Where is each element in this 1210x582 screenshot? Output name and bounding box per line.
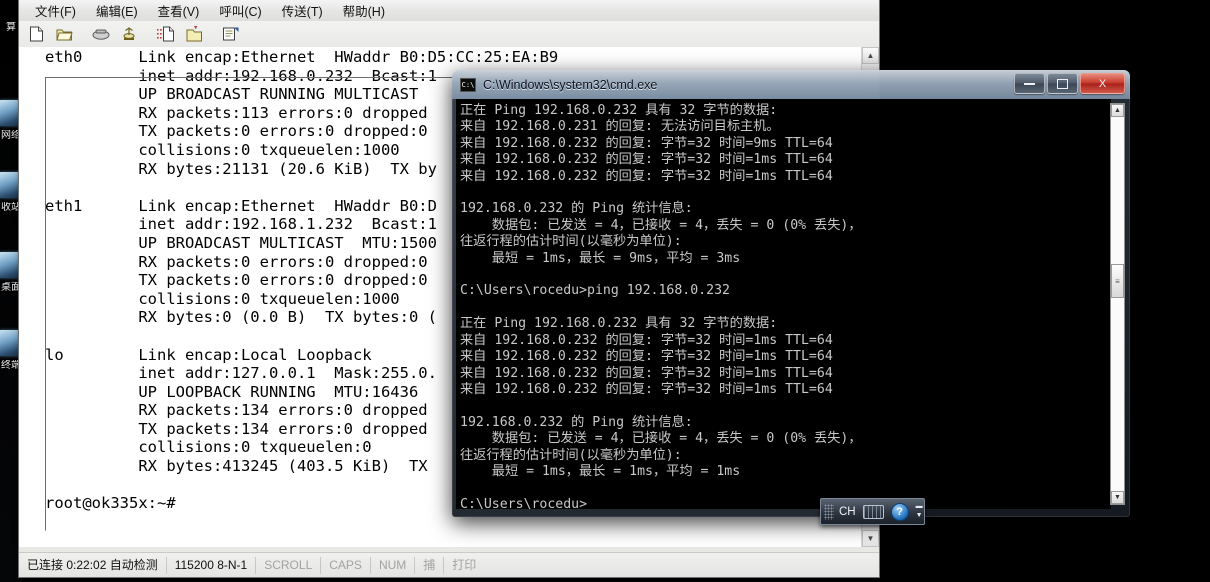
open-session-icon[interactable] [51,23,77,45]
window-controls: X [1014,73,1125,94]
call-icon[interactable] [88,23,114,45]
status-capture[interactable]: 捕 [415,556,445,574]
cmd-window: C:\ C:\Windows\system32\cmd.exe X 正在 Pin… [452,70,1130,517]
ime-language-label[interactable]: CH [839,506,856,518]
cmd-scrollbar[interactable]: ▲ ≡ ▼ [1110,103,1125,505]
maximize-button[interactable] [1047,73,1078,94]
cmd-window-title: C:\Windows\system32\cmd.exe [483,77,658,92]
minimize-icon [1024,82,1035,85]
status-serial: 115200 8-N-1 [167,556,257,574]
cmd-scroll-down-button[interactable]: ▼ [1111,491,1124,504]
cmd-console-output[interactable]: 正在 Ping 192.168.0.232 具有 32 字节的数据: 来自 19… [456,99,1111,509]
ime-expand-controls: ▬ ▼ [916,503,923,519]
cmd-scroll-up-button[interactable]: ▲ [1111,104,1124,117]
ime-language-bar[interactable]: CH ? ▬ ▼ [820,498,925,525]
status-scroll[interactable]: SCROLL [256,556,322,574]
send-file-icon[interactable] [153,23,179,45]
status-print[interactable]: 打印 [444,557,484,574]
cmd-titlebar[interactable]: C:\ C:\Windows\system32\cmd.exe X [452,70,1130,99]
chevron-down-icon[interactable]: ▼ [916,512,923,519]
receive-folder-glyph [186,26,202,42]
open-folder-glyph [55,29,73,40]
new-session-icon[interactable] [23,23,49,45]
terminal-toolbar [19,21,879,48]
terminal-statusbar: 已连接 0:22:02 自动检测 115200 8-N-1 SCROLL CAP… [19,552,879,577]
menu-call[interactable]: 呼叫(C) [209,0,271,23]
minimize-bar-icon[interactable]: ▬ [916,503,923,510]
chevron-up-icon: ▲ [866,50,875,60]
minimize-button[interactable] [1014,73,1045,94]
menu-edit[interactable]: 编辑(E) [86,0,148,23]
menu-transfer[interactable]: 传送(T) [272,0,333,23]
properties-glyph [223,27,239,41]
hangup-glyph [123,27,135,40]
status-caps[interactable]: CAPS [321,556,371,574]
cmd-scroll-thumb[interactable]: ≡ [1111,264,1124,298]
help-icon[interactable]: ? [890,502,909,521]
telephone-glyph [92,29,110,40]
cmd-app-icon: C:\ [460,77,476,92]
maximize-icon [1057,78,1068,89]
hangup-icon[interactable] [116,23,142,45]
send-file-glyph [157,26,174,42]
properties-icon[interactable] [218,23,244,45]
new-session-glyph [29,26,43,42]
drag-grip-icon[interactable] [824,503,834,520]
keyboard-icon[interactable] [862,504,884,519]
terminal-menubar: 文件(F) 编辑(E) 查看(V) 呼叫(C) 传送(T) 帮助(H) [19,0,879,22]
terminal-scroll-up-button[interactable]: ▲ [862,47,879,64]
receive-file-icon[interactable] [181,23,207,45]
menu-view[interactable]: 查看(V) [148,0,210,23]
chevron-down-icon: ▼ [866,533,875,543]
status-num[interactable]: NUM [371,556,416,574]
status-connected: 已连接 0:22:02 自动检测 [19,556,167,574]
close-button[interactable]: X [1080,73,1125,94]
menu-file[interactable]: 文件(F) [25,0,86,23]
menu-help[interactable]: 帮助(H) [333,0,395,23]
terminal-scroll-down-button[interactable]: ▼ [862,530,879,547]
